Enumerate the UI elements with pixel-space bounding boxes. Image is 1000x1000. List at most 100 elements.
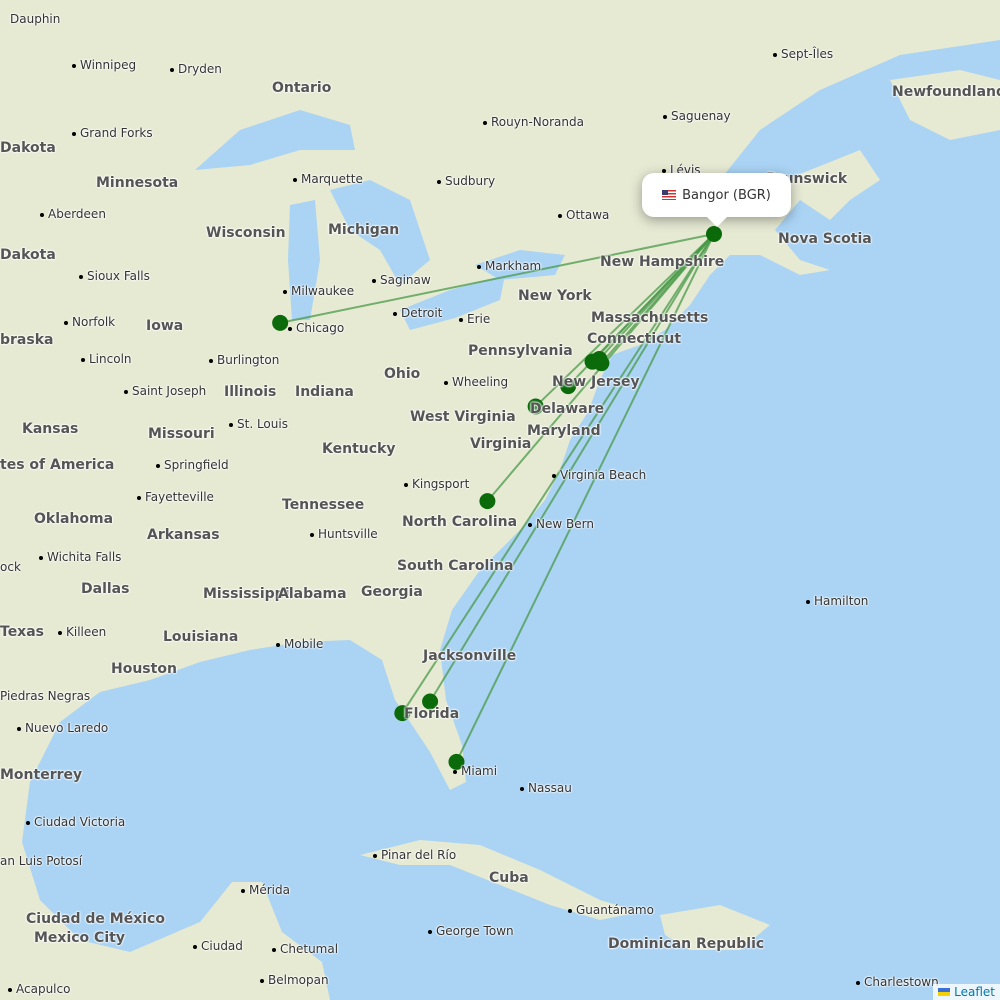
place-label: Mississippi [203,586,290,602]
airport-marker[interactable] [706,226,722,242]
place-label: Milwaukee [283,284,354,298]
place-label: Rouyn-Noranda [483,115,584,129]
place-label: St. Louis [229,417,288,431]
place-label: Kansas [22,421,79,437]
place-label: an Luis Potosí [0,854,83,868]
place-label: Belmopan [260,973,329,987]
place-label: Sept-Îles [773,47,833,61]
place-label: Ohio [384,366,421,382]
place-label: Mexico City [34,930,125,946]
place-label: Massachusetts [591,310,709,326]
place-label: Saguenay [663,109,731,123]
place-label: Charlestown [856,975,939,989]
place-label: Piedras Negras [0,689,91,703]
place-label: New York [518,288,592,304]
place-label: Pinar del Río [373,848,456,862]
place-label: Wheeling [444,375,508,389]
place-label: Ciudad [193,939,243,953]
airport-marker[interactable] [272,314,289,331]
place-label: Norfolk [64,315,115,329]
place-label: Miami [453,764,497,778]
place-label: Ciudad de México [26,911,165,927]
place-label: Chicago [288,321,344,335]
place-label: Illinois [224,384,277,400]
place-label: Virginia Beach [552,468,646,482]
place-label: Winnipeg [72,58,136,72]
place-label: Guantánamo [568,903,654,917]
place-label: Nova Scotia [778,231,872,247]
place-label: Ciudad Victoria [26,815,125,829]
place-label: Arkansas [147,527,220,543]
place-label: Saint Joseph [124,384,206,398]
place-label: braska [0,332,54,348]
place-label: Dakota [0,247,56,263]
place-label: Acapulco [8,982,70,996]
place-label: Missouri [148,426,215,442]
place-label: New Hampshire [600,254,725,270]
place-label: Louisiana [163,629,239,645]
airport-marker[interactable] [593,355,610,372]
place-label: Wichita Falls [39,550,121,564]
place-label: Pennsylvania [468,343,573,359]
place-label: Erie [459,312,490,326]
place-label: New Bern [528,517,594,531]
place-label: Grand Forks [72,126,153,140]
airport-marker[interactable] [479,493,496,510]
place-label: Aberdeen [40,207,106,221]
place-label: Dominican Republic [608,936,765,952]
place-label: South Carolina [397,558,514,574]
place-label: Burlington [209,353,279,367]
place-label: Springfield [156,458,229,472]
place-label: Delaware [530,401,605,417]
place-label: Texas [0,624,44,640]
place-label: Michigan [328,222,400,238]
place-label: Indiana [295,384,354,400]
place-label: ock [0,560,21,574]
place-label: Fayetteville [137,490,214,504]
place-label: George Town [428,924,514,938]
place-label: Virginia [470,436,532,452]
place-label: Detroit [393,306,442,320]
place-label: Chetumal [272,942,338,956]
airport-popup: Bangor (BGR) [642,173,791,227]
leaflet-link[interactable]: Leaflet [954,985,995,999]
ukraine-flag-icon [938,988,951,996]
place-label: Minnesota [96,175,179,191]
place-label: Sudbury [437,174,495,188]
place-label: Kingsport [404,477,469,491]
attribution[interactable]: Leaflet [933,984,1000,1000]
place-label: West Virginia [410,409,516,425]
place-label: Dakota [0,140,56,156]
place-label: Cuba [489,870,529,886]
place-label: Huntsville [310,527,378,541]
place-label: Ontario [272,80,332,96]
place-label: Dauphin [10,12,61,26]
place-label: Markham [477,259,541,273]
place-label: North Carolina [402,514,518,530]
place-label: Tennessee [282,497,365,513]
place-label: Lincoln [81,352,132,366]
place-label: Jacksonville [423,648,517,664]
place-label: Mobile [276,637,323,651]
place-label: Oklahoma [34,511,114,527]
place-label: Newfoundland and [892,84,1000,100]
place-label: Saginaw [372,273,431,287]
place-label: Iowa [146,318,184,334]
place-label: Alabama [278,586,347,602]
place-label: Sioux Falls [79,269,150,283]
place-label: Houston [111,661,177,677]
place-label: Nassau [520,781,572,795]
place-label: New Jersey [552,374,640,390]
place-label: Nuevo Laredo [17,721,108,735]
place-label: Monterrey [0,767,83,783]
place-label: Mérida [241,883,290,897]
place-label: Georgia [361,584,423,600]
popup-text: Bangor (BGR) [682,187,771,203]
place-label: Dryden [170,62,222,76]
place-label: Maryland [527,423,601,439]
place-label: Ottawa [558,208,609,222]
place-label: Kentucky [322,441,396,457]
place-label: tes of America [0,457,115,473]
us-flag-icon [662,190,677,200]
place-label: Florida [404,706,460,722]
